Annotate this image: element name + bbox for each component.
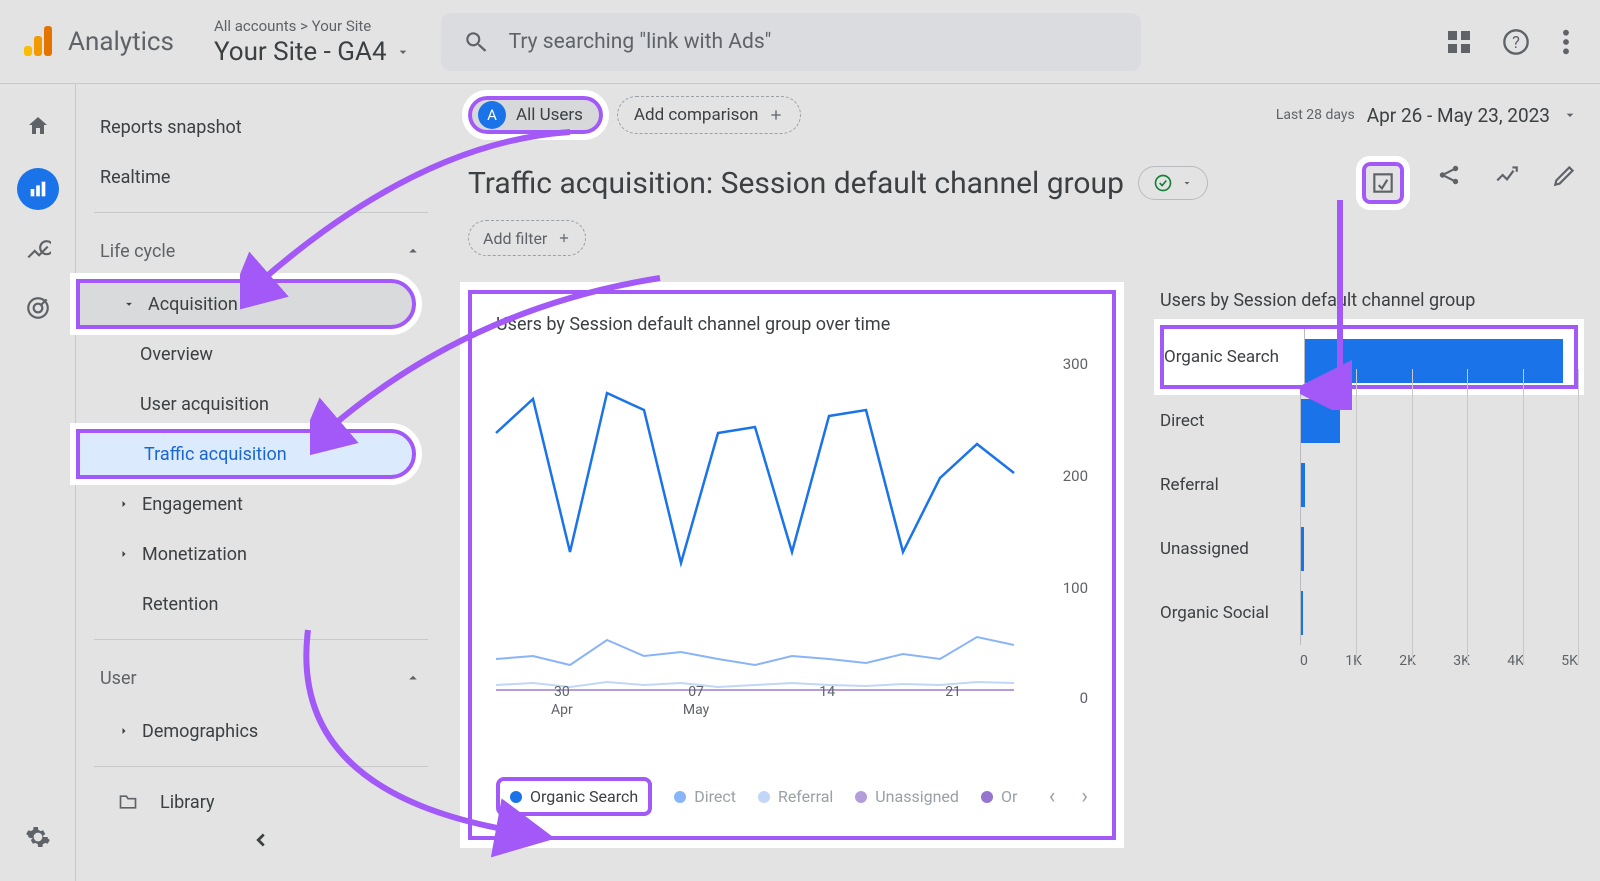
chevron-up-icon [404, 669, 422, 687]
share-icon[interactable] [1436, 162, 1462, 188]
admin-gear-icon[interactable] [24, 823, 52, 851]
sidebar-acquisition[interactable]: Acquisition [76, 279, 416, 329]
sidebar-retention[interactable]: Retention [76, 579, 446, 629]
data-quality-chip[interactable] [1138, 166, 1208, 200]
page-title: Traffic acquisition: Session default cha… [468, 166, 1124, 201]
sidebar-divider [94, 212, 428, 213]
segment-avatar-icon: A [478, 101, 506, 129]
svg-text:?: ? [1512, 32, 1520, 51]
chevron-up-icon [404, 242, 422, 260]
caret-down-icon [395, 44, 411, 60]
plus-icon [557, 231, 571, 245]
check-circle-icon [1153, 173, 1173, 193]
bar-row-organic-social[interactable]: Organic Social [1160, 581, 1578, 645]
more-vert-icon[interactable] [1562, 28, 1570, 56]
legend-next-icon[interactable]: › [1081, 784, 1088, 809]
legend-organic-social[interactable]: Or [981, 787, 1017, 806]
sidebar-traffic-acquisition[interactable]: Traffic acquisition [76, 429, 416, 479]
legend-referral[interactable]: Referral [758, 787, 833, 806]
caret-down-icon [122, 297, 136, 311]
explore-icon[interactable] [24, 238, 52, 266]
bar-fill [1301, 527, 1304, 571]
bar-chart-card: Users by Session default channel group O… [1160, 290, 1578, 840]
advertising-icon[interactable] [24, 294, 52, 322]
product-name: Analytics [68, 27, 174, 57]
bar-fill [1301, 591, 1303, 635]
sidebar-section-user[interactable]: User [76, 650, 446, 706]
card-title: Users by Session default channel group o… [496, 314, 1088, 335]
analytics-logo-icon [20, 24, 56, 60]
sidebar-realtime[interactable]: Realtime [76, 152, 446, 202]
property-selector: Your Site - GA4 [214, 37, 411, 67]
legend-prev-icon[interactable]: ‹ [1049, 784, 1056, 809]
line-plot [496, 359, 1016, 699]
plus-icon [768, 107, 784, 123]
breadcrumb: All accounts > Your Site [214, 17, 411, 35]
search-placeholder: Try searching "link with Ads" [509, 30, 772, 54]
search-input[interactable]: Try searching "link with Ads" [441, 13, 1141, 71]
customize-report-icon[interactable] [1362, 162, 1404, 204]
sidebar-overview[interactable]: Overview [76, 329, 446, 379]
caret-right-icon [118, 725, 130, 737]
all-users-chip[interactable]: A All Users [468, 96, 603, 134]
reports-icon[interactable] [17, 168, 59, 210]
chevron-left-icon[interactable] [250, 829, 272, 851]
report-sidebar: Reports snapshot Realtime Life cycle Acq… [76, 84, 446, 881]
edit-pencil-icon[interactable] [1552, 162, 1578, 188]
legend-direct[interactable]: Direct [674, 787, 736, 806]
bar-x-axis: 01K2K3K4K5K [1160, 653, 1578, 669]
caret-right-icon [118, 548, 130, 560]
bar-fill [1301, 463, 1305, 507]
sidebar-monetization[interactable]: Monetization [76, 529, 446, 579]
card-title: Users by Session default channel group [1160, 290, 1578, 311]
sidebar-divider [94, 766, 428, 767]
bar-fill [1301, 399, 1340, 443]
logo-block: Analytics [20, 24, 174, 60]
add-comparison-button[interactable]: Add comparison [617, 96, 802, 134]
bar-row-referral[interactable]: Referral [1160, 453, 1578, 517]
bar-fill [1305, 339, 1563, 383]
search-icon [463, 29, 489, 55]
caret-down-icon [1181, 177, 1193, 189]
sidebar-divider [94, 639, 428, 640]
line-chart-card: Users by Session default channel group o… [468, 290, 1116, 840]
chart-legend: Organic Search Direct Referral Unassigne… [496, 777, 1088, 816]
left-nav-rail [0, 84, 76, 881]
add-filter-button[interactable]: Add filter [468, 220, 586, 256]
sidebar-reports-snapshot[interactable]: Reports snapshot [76, 102, 446, 152]
date-range-picker[interactable]: Last 28 days Apr 26 - May 23, 2023 [1276, 104, 1578, 127]
sidebar-library[interactable]: Library [76, 777, 446, 827]
legend-organic-search[interactable]: Organic Search [496, 777, 652, 816]
sidebar-section-lifecycle[interactable]: Life cycle [76, 223, 446, 279]
main-content: A All Users Add comparison Last 28 days … [446, 84, 1600, 881]
sidebar-engagement[interactable]: Engagement [76, 479, 446, 529]
apps-icon[interactable] [1448, 31, 1470, 53]
insights-icon[interactable] [1494, 162, 1520, 188]
bar-row-direct[interactable]: Direct [1160, 389, 1578, 453]
caret-right-icon [118, 498, 130, 510]
account-picker[interactable]: All accounts > Your Site Your Site - GA4 [214, 17, 411, 67]
help-icon[interactable]: ? [1502, 28, 1530, 56]
folder-icon [118, 792, 138, 812]
app-header: Analytics All accounts > Your Site Your … [0, 0, 1600, 84]
legend-unassigned[interactable]: Unassigned [855, 787, 959, 806]
bar-row-organic-search[interactable]: Organic Search [1160, 325, 1578, 389]
caret-down-icon [1562, 107, 1578, 123]
sidebar-demographics[interactable]: Demographics [76, 706, 446, 756]
bar-row-unassigned[interactable]: Unassigned [1160, 517, 1578, 581]
home-icon[interactable] [24, 112, 52, 140]
sidebar-user-acquisition[interactable]: User acquisition [76, 379, 446, 429]
